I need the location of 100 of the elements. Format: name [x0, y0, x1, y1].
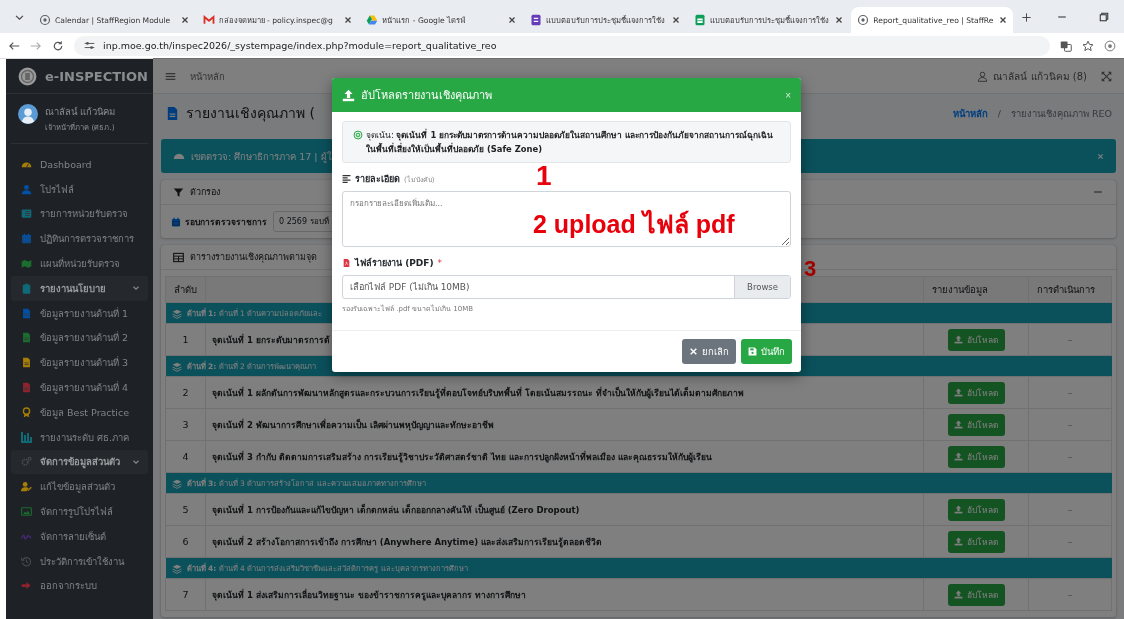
table-cell: –	[1028, 376, 1112, 409]
sidebar-item[interactable]: จัดการข้อมูลส่วนตัว	[11, 449, 148, 475]
address-bar[interactable]: inp.moe.go.th/inspec2026/_systempage/index.php?module=report_qualitative_reo	[74, 35, 1050, 56]
text-lines-icon	[342, 174, 351, 184]
field-label: รายละเอียด	[355, 173, 400, 186]
nav-label: จัดการลายเซ็นต์	[40, 529, 107, 544]
details-field[interactable]: กรอกรายละเอียดเพิ่มเติม... 2 upload ไฟล์ pdf	[342, 191, 791, 247]
table-cell: –	[1028, 578, 1112, 611]
triangle-icon	[366, 14, 379, 26]
upload-button[interactable]: อัปโหลด	[947, 328, 1005, 351]
nav-label: รายการหน่วยรับตรวจ	[40, 207, 129, 222]
target-icon	[353, 130, 363, 140]
nav-label: แผนที่หน่วยรับตรวจ	[40, 256, 121, 272]
globe-icon	[857, 14, 870, 26]
upload-button[interactable]: อัปโหลด	[947, 498, 1005, 521]
reload-icon	[52, 39, 64, 52]
upload-icon	[953, 452, 963, 461]
sidebar-item[interactable]: ข้อมูลรายงานด้านที่ 4	[11, 375, 148, 400]
sidebar-item[interactable]: ข้อมูล Best Practice	[11, 399, 148, 425]
upload-button[interactable]: อัปโหลด	[947, 530, 1005, 553]
person-icon	[977, 70, 989, 82]
annotation-text: 1	[536, 160, 552, 192]
sidebar-item[interactable]: จัดการรูปโปรไฟล์	[11, 499, 148, 524]
table-cell: 6	[165, 525, 206, 558]
nav-label: โปรไฟล์	[40, 182, 75, 197]
x-icon	[999, 16, 1008, 24]
column-header: รายงานข้อมูล	[923, 276, 1029, 303]
page-title: รายงานเชิงคุณภาพ (	[186, 104, 315, 124]
upload-icon	[342, 88, 355, 102]
breadcrumb-link[interactable]: หน้าหลัก	[952, 105, 988, 121]
table-cell: จุดเน้นที่ 3 กำกับ ติดตามการเสริมสร้าง การเรียนรู้วิชาประวัติศาสตร์ชาติ ไทย และการปลูกฝังหน้าที่พลเมือง และคุณธรรมให้กับผู้เรียน	[205, 440, 924, 473]
card-title: ตัวกรอง	[190, 186, 220, 199]
upload-icon	[953, 590, 963, 599]
x-icon	[344, 16, 353, 24]
sidebar-item[interactable]: ข้อมูลรายงานด้านที่ 2	[11, 325, 148, 351]
cancel-button[interactable]: ยกเลิก	[682, 339, 736, 364]
home-link[interactable]: หน้าหลัก	[190, 68, 225, 84]
sidebar-item[interactable]: ปฏิทินการตรวจราชการ	[11, 226, 148, 252]
table-cell: 2	[165, 376, 206, 409]
star-icon	[1082, 39, 1094, 52]
nav-label: ประวัติการเข้าใช้งาน	[40, 554, 126, 569]
back-arrow-icon	[8, 39, 20, 52]
upload-button[interactable]: อัปโหลด	[947, 413, 1005, 436]
file-field[interactable]: เลือกไฟล์ PDF (ไม่เกิน 10MB) Browse	[342, 275, 791, 299]
upload-button[interactable]: อัปโหลด	[947, 583, 1005, 606]
column-header: ลำดับ	[165, 276, 206, 303]
table-cell: –	[1028, 440, 1112, 473]
upload-button[interactable]: อัปโหลด	[947, 445, 1005, 468]
sidebar-item[interactable]: โปรไฟล์	[11, 176, 148, 202]
x-icon	[180, 16, 189, 24]
layers-icon	[171, 478, 182, 489]
table-cell: 7	[165, 578, 206, 611]
user-menu[interactable]: ณาลัลน์ แก้วนิคม (8)	[977, 68, 1087, 84]
column-header: การดำเนินการ	[1028, 276, 1112, 303]
nav-label: Dashboard	[40, 158, 93, 170]
sidebar-item[interactable]: ข้อมูลรายงานด้านที่ 1	[11, 300, 148, 326]
sidebar-item[interactable]: Dashboard	[11, 152, 148, 177]
upload-icon	[953, 420, 963, 429]
filter-icon	[173, 186, 184, 198]
table-cell: –	[1028, 493, 1112, 526]
sidebar-item[interactable]: จัดการลายเซ็นต์	[11, 523, 148, 549]
upload-button[interactable]: อัปโหลด	[947, 381, 1005, 404]
annotation-text: 3	[804, 256, 817, 282]
x-icon	[689, 347, 698, 356]
x-icon	[835, 16, 844, 24]
sidebar-item[interactable]: ออกจากระบบ	[11, 573, 148, 599]
user-name: ณาลัลน์ แก้วนิคม	[45, 105, 116, 119]
plus-icon	[1021, 12, 1033, 23]
sidebar-item[interactable]: แผนที่หน่วยรับตรวจ	[11, 251, 148, 276]
expand-icon	[1101, 70, 1112, 82]
sidebar-item[interactable]: ข้อมูลรายงานด้านที่ 3	[11, 350, 148, 376]
brand-name: e-INSPECTION	[45, 68, 148, 84]
table-cell: –	[1028, 525, 1112, 558]
sidebar-item[interactable]: รายการหน่วยรับตรวจ	[11, 201, 148, 227]
x-icon	[508, 16, 516, 24]
sidebar-item[interactable]: รายงานระดับ ศธ.ภาค	[11, 424, 148, 450]
field-label: ไฟล์รายงาน (PDF)	[355, 256, 434, 270]
menu-icon	[165, 70, 176, 82]
upload-icon	[953, 388, 963, 397]
table-icon	[173, 251, 184, 263]
forward-arrow-icon	[30, 39, 42, 52]
sidebar-item[interactable]: รายงานนโยบาย	[11, 276, 148, 301]
close-button[interactable]: ×	[785, 89, 791, 101]
url-text: inp.moe.go.th/inspec2026/_systempage/index.php?module=report_qualitative_reo	[103, 40, 497, 51]
table-cell: 5	[165, 493, 206, 526]
table-cell: จุดเน้นที่ 2 พัฒนาการศึกษาเพื่อความเป็น เลิศผ่านพหุปัญญาและทักษะอาชีพ	[205, 408, 924, 441]
sidebar-item[interactable]: ประวัติการเข้าใช้งาน	[11, 548, 148, 574]
browse-button[interactable]: Browse	[734, 276, 790, 298]
layers-icon	[171, 361, 182, 372]
x-icon	[1097, 152, 1104, 160]
avatar-icon	[18, 104, 38, 124]
sliders-icon	[84, 40, 95, 51]
table-cell: จุดเน้นที่ 1 ผลักดันการพัฒนาหลักสูตรและกระบวนการเรียนรู้ที่ตอบโจทย์บริบทพื้นที่ โดยเน้นสมรรถนะ ที่จำเป็นให้กับผู้เรียนได้เต็มตามศักยภาพ	[205, 376, 924, 409]
upload-icon	[953, 505, 963, 514]
save-button[interactable]: บันทึก	[741, 339, 792, 364]
sidebar-item[interactable]: แก้ไขข้อมูลส่วนตัว	[11, 474, 148, 500]
nav-label: ปฏิทินการตรวจราชการ	[40, 232, 135, 247]
nav-label: ข้อมูลรายงานด้านที่ 4	[40, 380, 130, 396]
translate-icon	[1060, 39, 1072, 52]
layers-icon	[171, 308, 182, 319]
